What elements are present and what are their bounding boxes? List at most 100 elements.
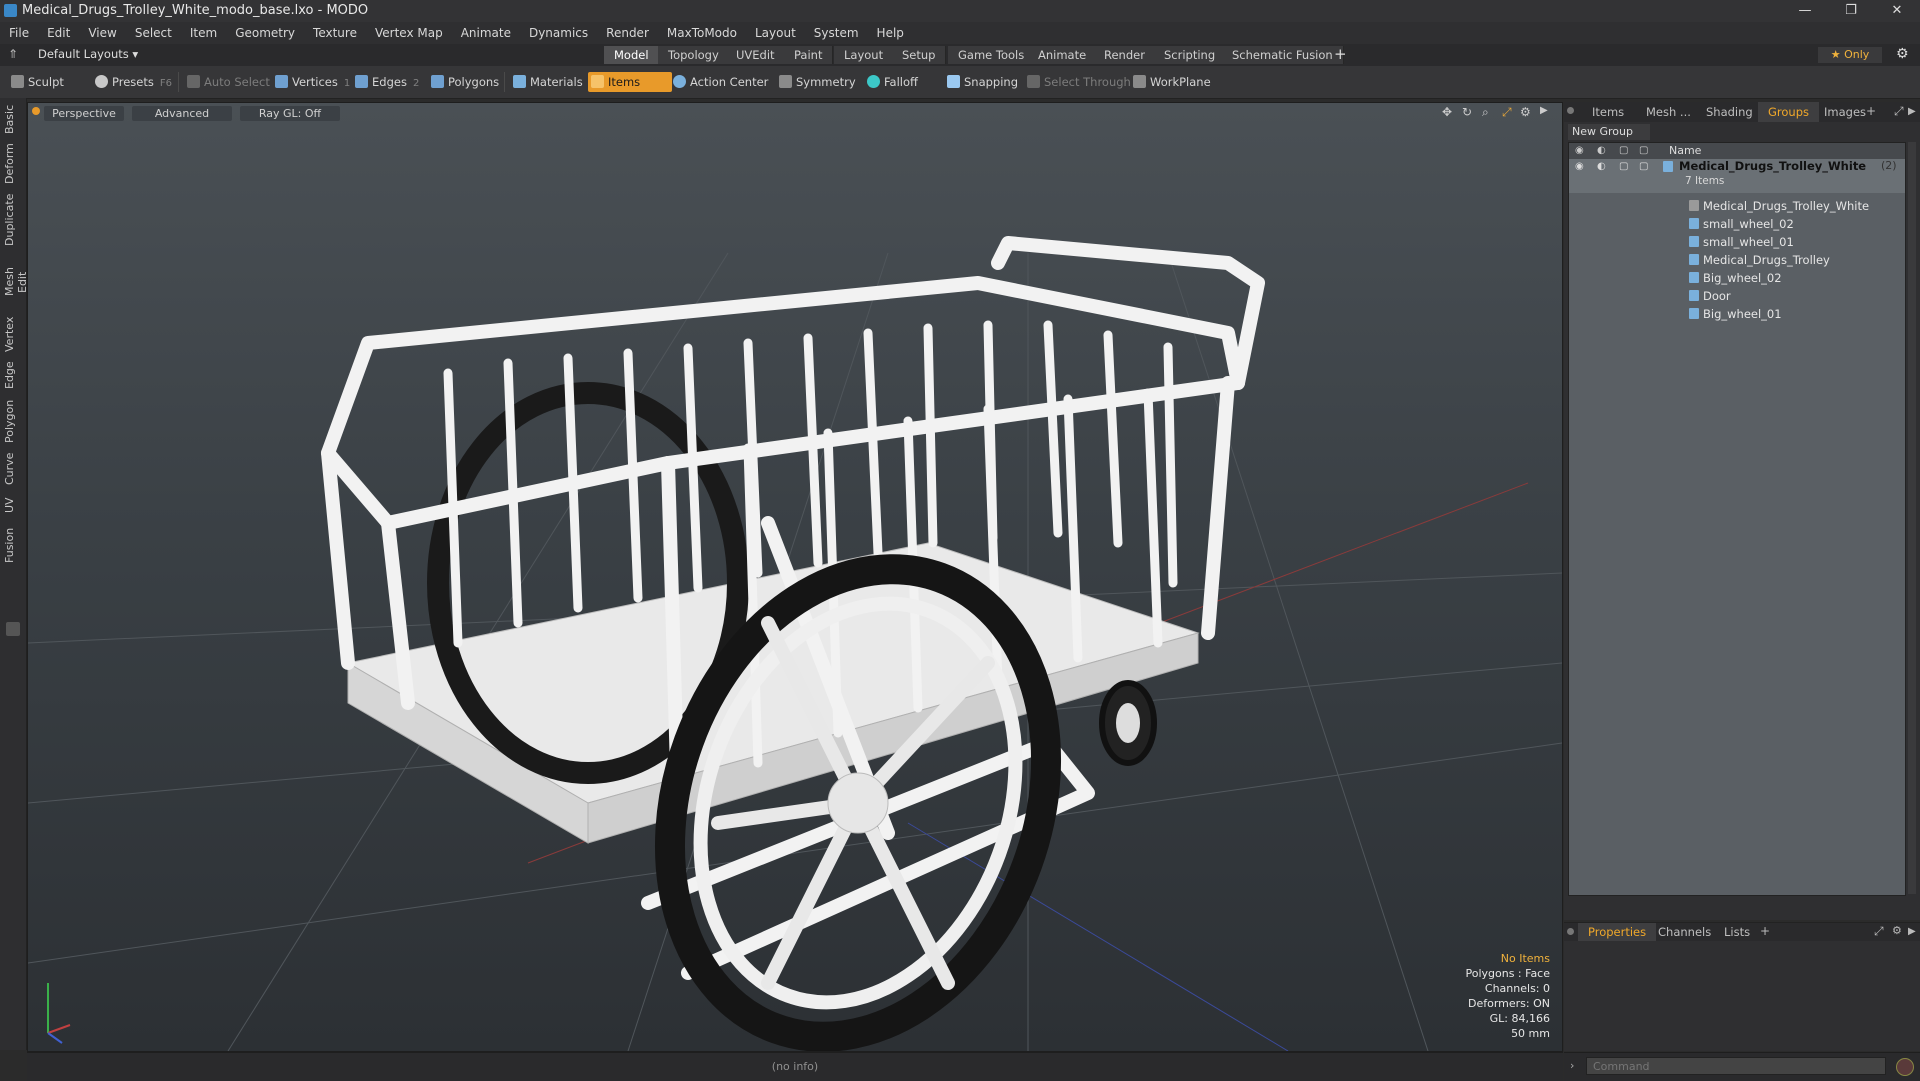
vtab-curve[interactable]: Curve (3, 452, 23, 486)
properties-gear-icon[interactable]: ⚙ (1892, 924, 1902, 937)
rotate-icon[interactable]: ↻ (1462, 105, 1472, 119)
command-expand-icon[interactable]: › (1570, 1059, 1574, 1072)
tab-topology[interactable]: Topology (658, 46, 730, 64)
group-row[interactable]: ◉ ◐ ▢ ▢ Medical_Drugs_Trolley_White (2) … (1569, 159, 1905, 193)
3d-viewport[interactable]: Perspective Advanced Ray GL: Off ✥ ↻ ⌕ ⤢… (27, 102, 1563, 1052)
trolley-model[interactable] (321, 236, 1265, 1051)
layouts-dropdown[interactable]: Default Layouts ▾ (38, 47, 138, 61)
menu-vertex-map[interactable]: Vertex Map (366, 22, 452, 44)
vtab-uv[interactable]: UV (3, 494, 23, 516)
tab-layout[interactable]: Layout (834, 46, 895, 64)
minimize-button[interactable]: — (1782, 0, 1828, 22)
action-center-button[interactable]: Action Center (670, 72, 774, 92)
list-item[interactable]: small_wheel_01 (1569, 233, 1905, 251)
list-item[interactable]: Medical_Drugs_Trolley_White (1569, 197, 1905, 215)
tool-tray-toggle[interactable] (6, 622, 20, 636)
tab-game-tools[interactable]: Game Tools (948, 46, 1036, 64)
tab-shading[interactable]: Shading (1696, 102, 1763, 122)
menu-layout[interactable]: Layout (746, 22, 805, 44)
auto-select-button[interactable]: Auto Select (184, 72, 276, 92)
tab-uvedit[interactable]: UVEdit (726, 46, 786, 64)
tab-model[interactable]: Model (604, 46, 660, 64)
select-through-button[interactable]: Select Through (1024, 72, 1137, 92)
vertices-button[interactable]: Vertices 1 (272, 72, 356, 92)
menu-animate[interactable]: Animate (452, 22, 520, 44)
tab-scripting[interactable]: Scripting (1154, 46, 1227, 64)
tab-items[interactable]: Items (1582, 102, 1634, 122)
menu-file[interactable]: File (0, 22, 38, 44)
menu-edit[interactable]: Edit (38, 22, 79, 44)
sculpt-button[interactable]: Sculpt (8, 72, 70, 92)
tab-properties[interactable]: Properties (1578, 923, 1657, 941)
layout-collapse-icon[interactable]: ⇑ (8, 47, 18, 61)
vtab-duplicate[interactable]: Duplicate (3, 194, 23, 246)
select-column-icon[interactable]: ▢ (1639, 145, 1648, 156)
list-item[interactable]: Door (1569, 287, 1905, 305)
vtab-mesh-edit[interactable]: Mesh Edit (3, 256, 29, 308)
menu-geometry[interactable]: Geometry (226, 22, 304, 44)
close-button[interactable]: ✕ (1874, 0, 1920, 22)
gear-icon[interactable]: ⚙ (1896, 46, 1909, 62)
tab-mesh[interactable]: Mesh ... (1636, 102, 1701, 122)
menu-dynamics[interactable]: Dynamics (520, 22, 597, 44)
record-macro-icon[interactable] (1896, 1058, 1914, 1076)
falloff-button[interactable]: Falloff (864, 72, 924, 92)
viewport-settings-icon[interactable]: ⚙ (1520, 105, 1531, 119)
vtab-deform[interactable]: Deform (3, 143, 23, 184)
command-input[interactable] (1586, 1057, 1886, 1075)
vtab-polygon[interactable]: Polygon (3, 398, 23, 444)
vtab-fusion[interactable]: Fusion (3, 526, 23, 564)
view-mode-dropdown[interactable]: Perspective (44, 106, 124, 121)
list-item[interactable]: Big_wheel_02 (1569, 269, 1905, 287)
panel-collapse-icon[interactable]: ▶ (1908, 106, 1916, 117)
groups-scrollbar[interactable] (1908, 142, 1916, 894)
tab-channels[interactable]: Channels (1648, 923, 1721, 941)
add-layout-button[interactable]: + (1334, 45, 1347, 63)
vtab-vertex[interactable]: Vertex (3, 316, 23, 352)
list-item[interactable]: Medical_Drugs_Trolley (1569, 251, 1905, 269)
polygons-button[interactable]: Polygons (428, 72, 505, 92)
list-item[interactable]: Big_wheel_01 (1569, 305, 1905, 323)
render-column-icon[interactable]: ◐ (1597, 145, 1606, 156)
shading-dropdown[interactable]: Advanced (132, 106, 232, 121)
menu-render[interactable]: Render (597, 22, 658, 44)
properties-collapse-icon[interactable]: ▶ (1908, 926, 1916, 937)
vtab-basic[interactable]: Basic (3, 104, 23, 134)
viewport-expand-icon[interactable]: ▶ (1540, 105, 1548, 116)
restore-button[interactable]: ❐ (1828, 0, 1874, 22)
menu-select[interactable]: Select (126, 22, 181, 44)
properties-menu-icon[interactable] (1567, 928, 1574, 935)
select-icon[interactable]: ▢ (1639, 161, 1648, 172)
edges-button[interactable]: Edges 2 (352, 72, 425, 92)
symmetry-button[interactable]: Symmetry (776, 72, 862, 92)
tab-groups[interactable]: Groups (1758, 102, 1820, 122)
tab-animate[interactable]: Animate (1028, 46, 1098, 64)
render-icon[interactable]: ◐ (1597, 161, 1606, 172)
workplane-button[interactable]: WorkPlane (1130, 72, 1217, 92)
fit-view-icon[interactable]: ⤢ (1502, 105, 1512, 120)
properties-expand-icon[interactable]: ⤢ (1874, 924, 1884, 939)
zoom-icon[interactable]: ⌕ (1482, 105, 1489, 120)
lock-icon[interactable]: ▢ (1619, 161, 1628, 172)
list-item[interactable]: small_wheel_02 (1569, 215, 1905, 233)
presets-button[interactable]: Presets F6 (92, 72, 178, 92)
tab-lists[interactable]: Lists (1714, 923, 1760, 941)
add-tab-button[interactable]: + (1866, 104, 1876, 118)
tab-setup[interactable]: Setup (892, 46, 947, 64)
tab-render[interactable]: Render (1094, 46, 1156, 64)
menu-system[interactable]: System (805, 22, 868, 44)
tab-paint[interactable]: Paint (784, 46, 834, 64)
raygl-toggle[interactable]: Ray GL: Off (240, 106, 340, 121)
add-properties-tab-button[interactable]: + (1760, 924, 1770, 938)
items-button[interactable]: Items (588, 72, 672, 92)
menu-help[interactable]: Help (868, 22, 913, 44)
vtab-edge[interactable]: Edge (3, 360, 23, 390)
panel-expand-icon[interactable]: ⤢ (1894, 104, 1904, 119)
menu-view[interactable]: View (79, 22, 125, 44)
snapping-button[interactable]: Snapping (944, 72, 1024, 92)
eye-icon[interactable]: ◉ (1575, 161, 1584, 172)
only-toggle[interactable]: ★ Only (1818, 47, 1882, 63)
menu-texture[interactable]: Texture (304, 22, 366, 44)
panel-menu-icon[interactable] (1567, 107, 1574, 114)
menu-item[interactable]: Item (181, 22, 226, 44)
